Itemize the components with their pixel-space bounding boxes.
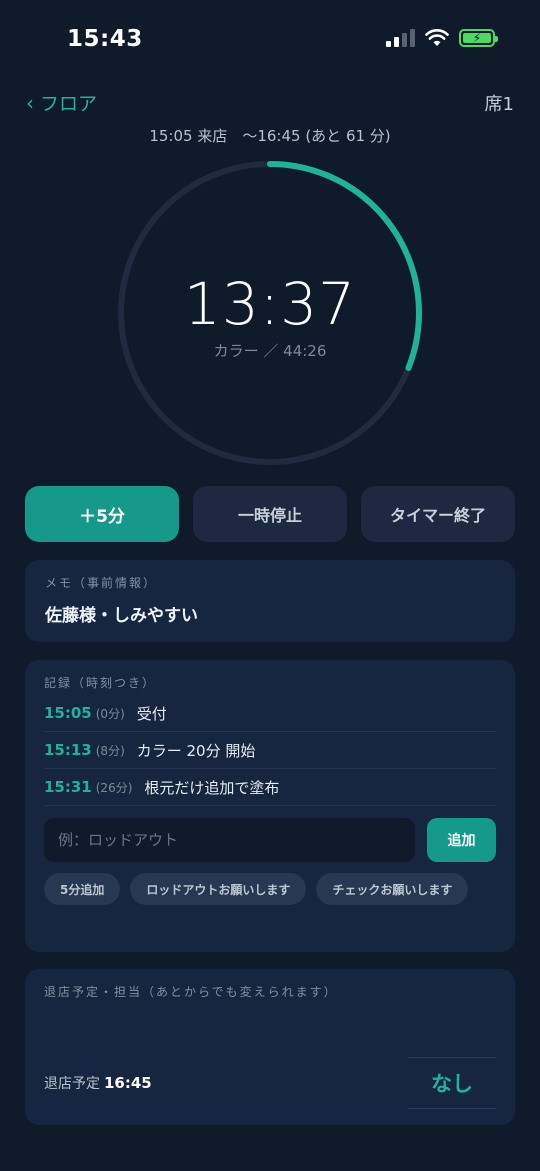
log-list: 15:05 (0分) 受付 15:13 (8分) カラー 20分 開始 15:3… xyxy=(44,695,496,806)
chip-rod-out-request[interactable]: ロッドアウトお願いします xyxy=(130,873,307,905)
status-time: 15:43 xyxy=(67,26,143,52)
timer-subtitle: カラー ／ 44:26 xyxy=(213,342,327,360)
staff-picker[interactable]: なし xyxy=(408,1057,496,1109)
log-text: 受付 xyxy=(136,704,167,723)
quick-chips: 5分追加 ロッドアウトお願いします チェックお願いします xyxy=(44,873,496,905)
log-elapsed: (0分) xyxy=(95,706,125,721)
leave-title: 退店予定・担当（あとからでも変えられます） xyxy=(44,985,338,999)
end-timer-button[interactable]: タイマー終了 xyxy=(361,486,515,542)
status-bar: 15:43 ⚡ xyxy=(0,0,540,80)
wifi-icon xyxy=(425,29,449,46)
log-time: 15:13 xyxy=(44,741,92,759)
log-text: 根元だけ追加で塗布 xyxy=(144,778,280,797)
seat-label: 席1 xyxy=(484,94,514,115)
log-add-button[interactable]: 追加 xyxy=(427,818,496,862)
log-entry: 15:31 (26分) 根元だけ追加で塗布 xyxy=(44,769,496,806)
add-5-minutes-button[interactable]: ＋5分 xyxy=(25,486,179,542)
memo-text: 佐藤様・しみやすい xyxy=(45,606,198,626)
log-entry: 15:13 (8分) カラー 20分 開始 xyxy=(44,732,496,769)
visit-info: 15:05 来店 ～16:45 (あと 61 分) xyxy=(149,127,391,145)
log-text: カラー 20分 開始 xyxy=(136,741,256,760)
status-icons: ⚡ xyxy=(386,29,498,47)
memo-card[interactable]: メモ（事前情報） 佐藤様・しみやすい xyxy=(25,560,515,642)
cellular-signal-icon xyxy=(386,29,415,47)
memo-title: メモ（事前情報） xyxy=(45,576,158,590)
log-time: 15:31 xyxy=(44,778,92,796)
leave-time-label: 退店予定 16:45 xyxy=(44,1073,152,1093)
log-time: 15:05 xyxy=(44,704,92,722)
timer-ring: 13:37 カラー ／ 44:26 xyxy=(117,160,423,466)
back-label: フロア xyxy=(40,93,98,115)
chip-check-request[interactable]: チェックお願いします xyxy=(316,873,469,905)
timer-display: 13:37 xyxy=(183,270,357,338)
back-to-floor-button[interactable]: ‹ フロア xyxy=(26,89,97,116)
log-add-row: 追加 xyxy=(44,818,496,862)
log-elapsed: (8分) xyxy=(95,743,125,758)
leave-card: 退店予定・担当（あとからでも変えられます） 退店予定 16:45 なし xyxy=(25,969,515,1125)
leave-time[interactable]: 16:45 xyxy=(104,1074,152,1092)
timer-actions: ＋5分 一時停止 タイマー終了 xyxy=(25,486,515,542)
pause-button[interactable]: 一時停止 xyxy=(193,486,347,542)
leave-label-text: 退店予定 xyxy=(44,1076,100,1092)
log-card: 記録（時刻つき） 15:05 (0分) 受付 15:13 (8分) カラー 20… xyxy=(25,660,515,952)
battery-charging-icon: ⚡ xyxy=(459,29,498,47)
chevron-left-icon: ‹ xyxy=(26,90,34,115)
log-title: 記録（時刻つき） xyxy=(44,676,157,690)
chip-add-5-minutes[interactable]: 5分追加 xyxy=(44,873,121,905)
log-entry: 15:05 (0分) 受付 xyxy=(44,695,496,732)
log-elapsed: (26分) xyxy=(95,780,133,795)
log-input[interactable] xyxy=(44,818,415,862)
leave-row: 退店予定 16:45 なし xyxy=(44,1057,496,1109)
